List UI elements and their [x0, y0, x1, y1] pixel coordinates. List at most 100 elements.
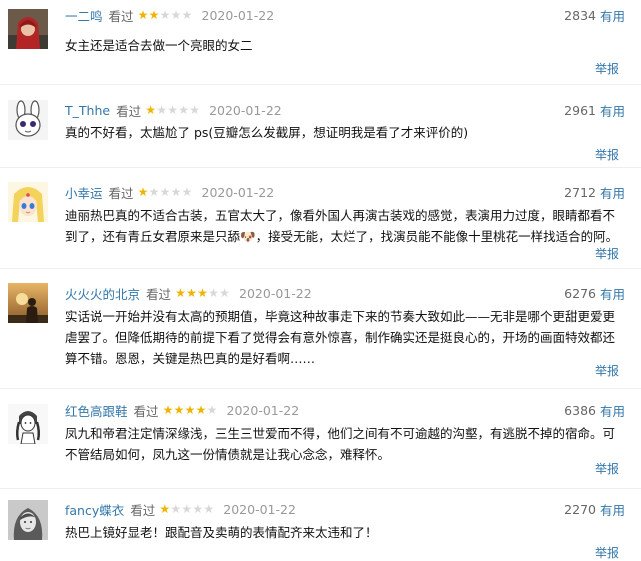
review-date: 2020-01-22: [201, 184, 275, 200]
star-empty-icon: ★: [167, 103, 178, 117]
review-item: 红色高跟鞋 看过 ★ ★ ★ ★ ★ 2020-01-22 6386 有用 凤九和帝君注…: [0, 388, 641, 489]
watched-label: 看过: [108, 8, 134, 24]
watched-label: 看过: [108, 185, 134, 201]
username-link[interactable]: 小幸运: [65, 183, 103, 202]
useful-button[interactable]: 有用: [600, 6, 625, 25]
star-empty-icon: ★: [159, 185, 171, 199]
star-empty-icon: ★: [181, 502, 193, 516]
vote-area: 2834 有用: [564, 5, 625, 25]
review-text: 女主还是适合去做一个亮眼的女二: [65, 38, 253, 53]
review-item: 小幸运 看过 ★ ★ ★ ★ ★ 2020-01-22 2712 有用 迪丽热巴真的不适…: [0, 167, 641, 269]
star-empty-icon: ★: [189, 103, 200, 117]
review-header: 红色高跟鞋 看过 ★ ★ ★ ★ ★ 2020-01-22: [65, 400, 299, 420]
star-empty-icon: ★: [181, 185, 193, 199]
report-link[interactable]: 举报: [595, 362, 619, 379]
star-filled-icon: ★: [137, 185, 149, 199]
useful-button[interactable]: 有用: [600, 183, 625, 202]
useful-button[interactable]: 有用: [600, 500, 625, 519]
report-link[interactable]: 举报: [595, 60, 619, 77]
review-header: T_Thhe 看过 ★ ★ ★ ★ ★ 2020-01-22: [65, 100, 282, 120]
vote-area: 6386 有用: [564, 400, 625, 420]
rating-stars: ★ ★ ★ ★ ★: [138, 9, 193, 21]
useful-button[interactable]: 有用: [600, 101, 625, 120]
comment-list: 一二鸣 看过 ★ ★ ★ ★ ★ 2020-01-22 2834 有用 女主还是适合去做…: [0, 0, 641, 560]
avatar-sailor-moon[interactable]: [8, 182, 48, 222]
watched-label: 看过: [130, 502, 156, 518]
rating-stars: ★ ★ ★ ★ ★: [163, 404, 218, 416]
rating-stars: ★ ★ ★ ★ ★: [138, 186, 193, 198]
star-empty-icon: ★: [181, 8, 193, 22]
star-empty-icon: ★: [170, 185, 182, 199]
star-empty-icon: ★: [219, 286, 230, 300]
review-text: 真的不好看，太尴尬了 ps(豆瓣怎么发截屏，想证明我是看了才来评价的): [65, 125, 469, 140]
username-link[interactable]: fancy蝶衣: [65, 500, 124, 519]
star-filled-icon: ★: [186, 286, 197, 300]
star-empty-icon: ★: [156, 103, 167, 117]
review-text: 凤九和帝君注定情深缘浅，三生三世爱而不得，他们之间有不可逾越的沟壑，有逃脱不掉的…: [65, 426, 616, 462]
username-link[interactable]: T_Thhe: [65, 103, 110, 118]
star-filled-icon: ★: [175, 286, 186, 300]
review-item: 一二鸣 看过 ★ ★ ★ ★ ★ 2020-01-22 2834 有用 女主还是适合去做…: [0, 0, 641, 85]
avatar-bw-woman-portrait[interactable]: [8, 500, 48, 540]
review-date: 2020-01-22: [209, 102, 282, 118]
vote-count: 6386: [564, 402, 596, 418]
review-item: T_Thhe 看过 ★ ★ ★ ★ ★ 2020-01-22 2961 有用 真的不好看…: [0, 84, 641, 168]
review-header: fancy蝶衣 看过 ★ ★ ★ ★ ★ 2020-01-22: [65, 499, 296, 519]
rating-stars: ★ ★ ★ ★ ★: [145, 104, 200, 116]
report-link[interactable]: 举报: [595, 544, 619, 561]
star-filled-icon: ★: [145, 103, 156, 117]
vote-count: 2270: [564, 501, 596, 517]
avatar-cartoon-bunny[interactable]: [8, 100, 48, 140]
review-header: 火火火的北京 看过 ★ ★ ★ ★ ★ 2020-01-22: [65, 283, 312, 303]
review-item: 火火火的北京 看过 ★ ★ ★ ★ ★ 2020-01-22 6276 有用 实话说一开…: [0, 268, 641, 389]
report-link[interactable]: 举报: [595, 245, 619, 262]
vote-count: 2961: [564, 102, 596, 118]
report-link[interactable]: 举报: [595, 146, 619, 163]
star-filled-icon: ★: [159, 502, 171, 516]
vote-area: 2712 有用: [564, 182, 625, 202]
useful-button[interactable]: 有用: [600, 401, 625, 420]
report-link[interactable]: 举报: [595, 460, 619, 477]
username-link[interactable]: 红色高跟鞋: [65, 401, 128, 420]
review-text: 热巴上镜好显老！跟配音及卖萌的表情配齐来太违和了！: [65, 525, 378, 540]
watched-label: 看过: [133, 403, 159, 419]
vote-area: 6276 有用: [564, 283, 625, 303]
star-filled-icon: ★: [195, 403, 207, 417]
vote-area: 2961 有用: [564, 100, 625, 120]
star-filled-icon: ★: [184, 403, 196, 417]
vote-count: 2834: [564, 7, 596, 23]
review-date: 2020-01-22: [226, 402, 300, 418]
star-empty-icon: ★: [192, 502, 204, 516]
review-text: 迪丽热巴真的不适合古装，五官太大了，像看外国人再演古装戏的感觉，表演用力过度，眼…: [65, 208, 619, 244]
vote-area: 2270 有用: [564, 499, 625, 519]
watched-label: 看过: [116, 103, 142, 119]
review-date: 2020-01-22: [201, 7, 275, 23]
star-filled-icon: ★: [162, 403, 174, 417]
review-header: 小幸运 看过 ★ ★ ★ ★ ★ 2020-01-22: [65, 182, 274, 202]
review-header: 一二鸣 看过 ★ ★ ★ ★ ★ 2020-01-22: [65, 5, 274, 25]
review-date: 2020-01-22: [239, 285, 312, 301]
watched-label: 看过: [146, 286, 172, 302]
star-empty-icon: ★: [148, 185, 160, 199]
star-filled-icon: ★: [197, 286, 208, 300]
star-empty-icon: ★: [208, 286, 219, 300]
vote-count: 2712: [564, 184, 596, 200]
star-filled-icon: ★: [148, 8, 160, 22]
avatar-sunset-silhouette[interactable]: [8, 283, 48, 323]
avatar-braided-girl-sketch[interactable]: [8, 404, 48, 444]
star-empty-icon: ★: [206, 403, 218, 417]
review-item: fancy蝶衣 看过 ★ ★ ★ ★ ★ 2020-01-22 2270 有用 热巴上镜…: [0, 488, 641, 560]
review-date: 2020-01-22: [223, 501, 296, 517]
star-empty-icon: ★: [170, 502, 182, 516]
avatar-red-hood-child[interactable]: [8, 9, 48, 49]
useful-button[interactable]: 有用: [600, 284, 625, 303]
star-empty-icon: ★: [203, 502, 215, 516]
star-empty-icon: ★: [159, 8, 171, 22]
review-text: 实话说一开始并没有太高的预期值，毕竟这种故事走下来的节奏大致如此——无非是哪个更…: [65, 309, 616, 366]
star-empty-icon: ★: [170, 8, 182, 22]
username-link[interactable]: 一二鸣: [65, 6, 103, 25]
rating-stars: ★ ★ ★ ★ ★: [175, 287, 230, 299]
username-link[interactable]: 火火火的北京: [65, 284, 140, 303]
star-filled-icon: ★: [137, 8, 149, 22]
rating-stars: ★ ★ ★ ★ ★: [159, 503, 214, 515]
